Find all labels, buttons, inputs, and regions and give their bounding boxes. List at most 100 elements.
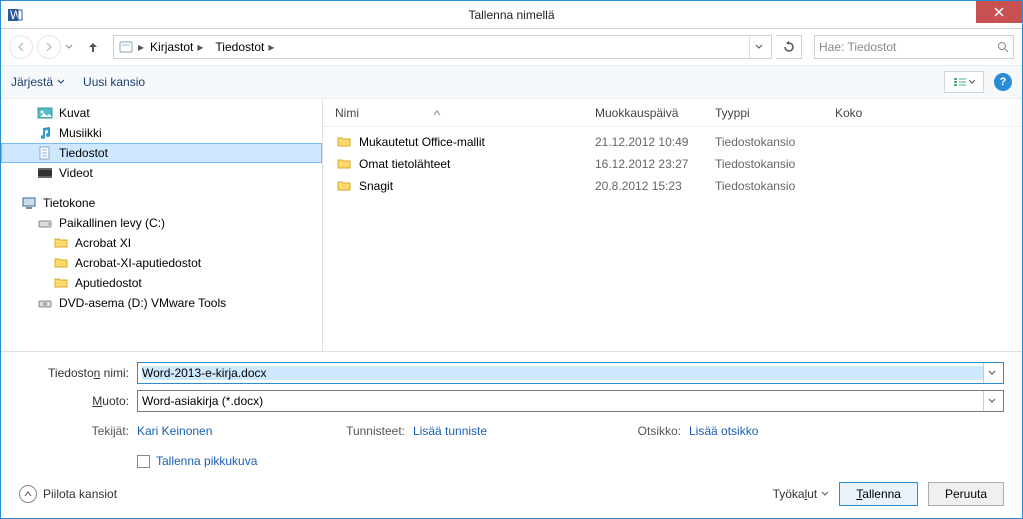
format-label: Muoto: — [19, 394, 129, 408]
tree-item[interactable]: Acrobat XI — [1, 233, 322, 253]
toolbar: Järjestä Uusi kansio ? — [1, 65, 1022, 99]
drive-icon — [37, 215, 53, 231]
title-value[interactable]: Lisää otsikko — [689, 424, 869, 438]
tree-item[interactable]: Videot — [1, 163, 322, 183]
row-date: 16.12.2012 23:27 — [595, 157, 715, 171]
tree-item-label: Paikallinen levy (C:) — [59, 216, 165, 230]
column-headers: Nimi Muokkauspäivä Tyyppi Koko — [323, 99, 1022, 127]
titlebar: W Tallenna nimellä — [1, 1, 1022, 29]
new-folder-button[interactable]: Uusi kansio — [83, 75, 145, 89]
table-row[interactable]: Snagit20.8.2012 15:23Tiedostokansio — [323, 175, 1022, 197]
cancel-button[interactable]: Peruuta — [928, 482, 1004, 506]
row-date: 20.8.2012 15:23 — [595, 179, 715, 193]
row-type: Tiedostokansio — [715, 179, 835, 193]
thumbnail-checkbox[interactable] — [137, 455, 150, 468]
folder-icon — [53, 235, 69, 251]
document-icon — [37, 145, 53, 161]
refresh-button[interactable] — [776, 35, 802, 59]
tags-value[interactable]: Lisää tunniste — [413, 424, 593, 438]
chevron-down-icon — [821, 491, 829, 497]
word-app-icon: W — [1, 1, 29, 29]
folder-icon — [53, 255, 69, 271]
history-dropdown-icon[interactable] — [65, 44, 73, 50]
row-name: Snagit — [359, 179, 595, 193]
authors-label: Tekijät: — [19, 424, 129, 438]
back-button[interactable] — [9, 35, 33, 59]
table-row[interactable]: Mukautetut Office-mallit21.12.2012 10:49… — [323, 131, 1022, 153]
tree-item[interactable]: DVD-asema (D:) VMware Tools — [1, 293, 322, 313]
list-view-icon — [954, 77, 966, 87]
folder-icon — [118, 39, 134, 55]
help-button[interactable]: ? — [994, 73, 1012, 91]
search-input[interactable]: Hae: Tiedostot — [814, 35, 1014, 59]
row-type: Tiedostokansio — [715, 135, 835, 149]
table-row[interactable]: Omat tietolähteet16.12.2012 23:27Tiedost… — [323, 153, 1022, 175]
tree-item-label: Kuvat — [59, 106, 90, 120]
thumbnail-label: Tallenna pikkukuva — [156, 454, 257, 468]
breadcrumb-segment[interactable]: Kirjastot▸ — [144, 36, 209, 58]
filename-label: Tiedoston nimi: — [19, 366, 129, 380]
search-placeholder: Hae: Tiedostot — [819, 40, 997, 54]
tree-item-label: Acrobat-XI-aputiedostot — [75, 256, 201, 270]
column-size[interactable]: Koko — [835, 106, 915, 120]
column-name[interactable]: Nimi — [335, 106, 595, 120]
filename-combo[interactable]: Word-2013-e-kirja.docx — [137, 362, 1004, 384]
organize-menu[interactable]: Järjestä — [11, 75, 65, 89]
breadcrumb-dropdown[interactable] — [749, 36, 767, 58]
navigation-bar: ▸ Kirjastot▸ Tiedostot▸ Hae: Tiedostot — [1, 29, 1022, 65]
tree-item[interactable]: Tietokone — [1, 193, 322, 213]
row-name: Omat tietolähteet — [359, 157, 595, 171]
file-list: Nimi Muokkauspäivä Tyyppi Koko Mukautetu… — [323, 99, 1022, 351]
tree-item-label: DVD-asema (D:) VMware Tools — [59, 296, 226, 310]
tree-item[interactable]: Aputiedostot — [1, 273, 322, 293]
chevron-down-icon — [969, 80, 975, 85]
window-title: Tallenna nimellä — [468, 8, 554, 22]
folder-icon — [335, 178, 353, 194]
breadcrumb-segment[interactable]: Tiedostot▸ — [209, 36, 280, 58]
breadcrumb[interactable]: ▸ Kirjastot▸ Tiedostot▸ — [113, 35, 772, 59]
tree-item[interactable]: Musiikki — [1, 123, 322, 143]
tools-menu[interactable]: Työkalut — [773, 487, 830, 501]
tree-item-label: Videot — [59, 166, 93, 180]
tree-item[interactable]: Acrobat-XI-aputiedostot — [1, 253, 322, 273]
column-date[interactable]: Muokkauspäivä — [595, 106, 715, 120]
dialog-footer: Piilota kansiot Työkalut Tallenna Peruut… — [1, 476, 1022, 518]
folder-icon — [53, 275, 69, 291]
tree-item[interactable]: Tiedostot — [1, 143, 322, 163]
sort-asc-icon — [433, 110, 441, 116]
up-button[interactable] — [83, 37, 103, 57]
save-form: Tiedoston nimi: Word-2013-e-kirja.docx M… — [1, 351, 1022, 476]
save-button[interactable]: Tallenna — [839, 482, 918, 506]
row-date: 21.12.2012 10:49 — [595, 135, 715, 149]
tags-label: Tunnisteet: — [325, 424, 405, 438]
view-options-button[interactable] — [944, 71, 984, 93]
format-combo[interactable]: Word-asiakirja (*.docx) — [137, 390, 1004, 412]
tree-item-label: Aputiedostot — [75, 276, 142, 290]
chevron-down-icon — [57, 79, 65, 85]
close-button[interactable] — [976, 1, 1022, 23]
search-icon — [997, 41, 1009, 53]
navigation-tree[interactable]: Kuvat Musiikki Tiedostot Videot Tietokone Pai… — [1, 99, 323, 351]
tree-item[interactable]: Paikallinen levy (C:) — [1, 213, 322, 233]
row-type: Tiedostokansio — [715, 157, 835, 171]
pictures-icon — [37, 105, 53, 121]
tree-item[interactable]: Kuvat — [1, 103, 322, 123]
column-type[interactable]: Tyyppi — [715, 106, 835, 120]
tree-item-label: Tietokone — [43, 196, 95, 210]
chevron-down-icon[interactable] — [983, 363, 999, 383]
chevron-down-icon[interactable] — [983, 391, 999, 411]
video-icon — [37, 165, 53, 181]
forward-button[interactable] — [37, 35, 61, 59]
dvd-icon — [37, 295, 53, 311]
music-icon — [37, 125, 53, 141]
save-as-dialog: W Tallenna nimellä ▸ Kirjastot▸ Tiedosto… — [0, 0, 1023, 519]
format-value: Word-asiakirja (*.docx) — [142, 394, 983, 408]
computer-icon — [21, 195, 37, 211]
tree-item-label: Musiikki — [59, 126, 102, 140]
folder-icon — [335, 134, 353, 150]
collapse-icon — [19, 485, 37, 503]
tree-item-label: Tiedostot — [59, 146, 108, 160]
authors-value[interactable]: Kari Keinonen — [137, 424, 317, 438]
tree-item-label: Acrobat XI — [75, 236, 131, 250]
hide-folders-button[interactable]: Piilota kansiot — [19, 485, 117, 503]
